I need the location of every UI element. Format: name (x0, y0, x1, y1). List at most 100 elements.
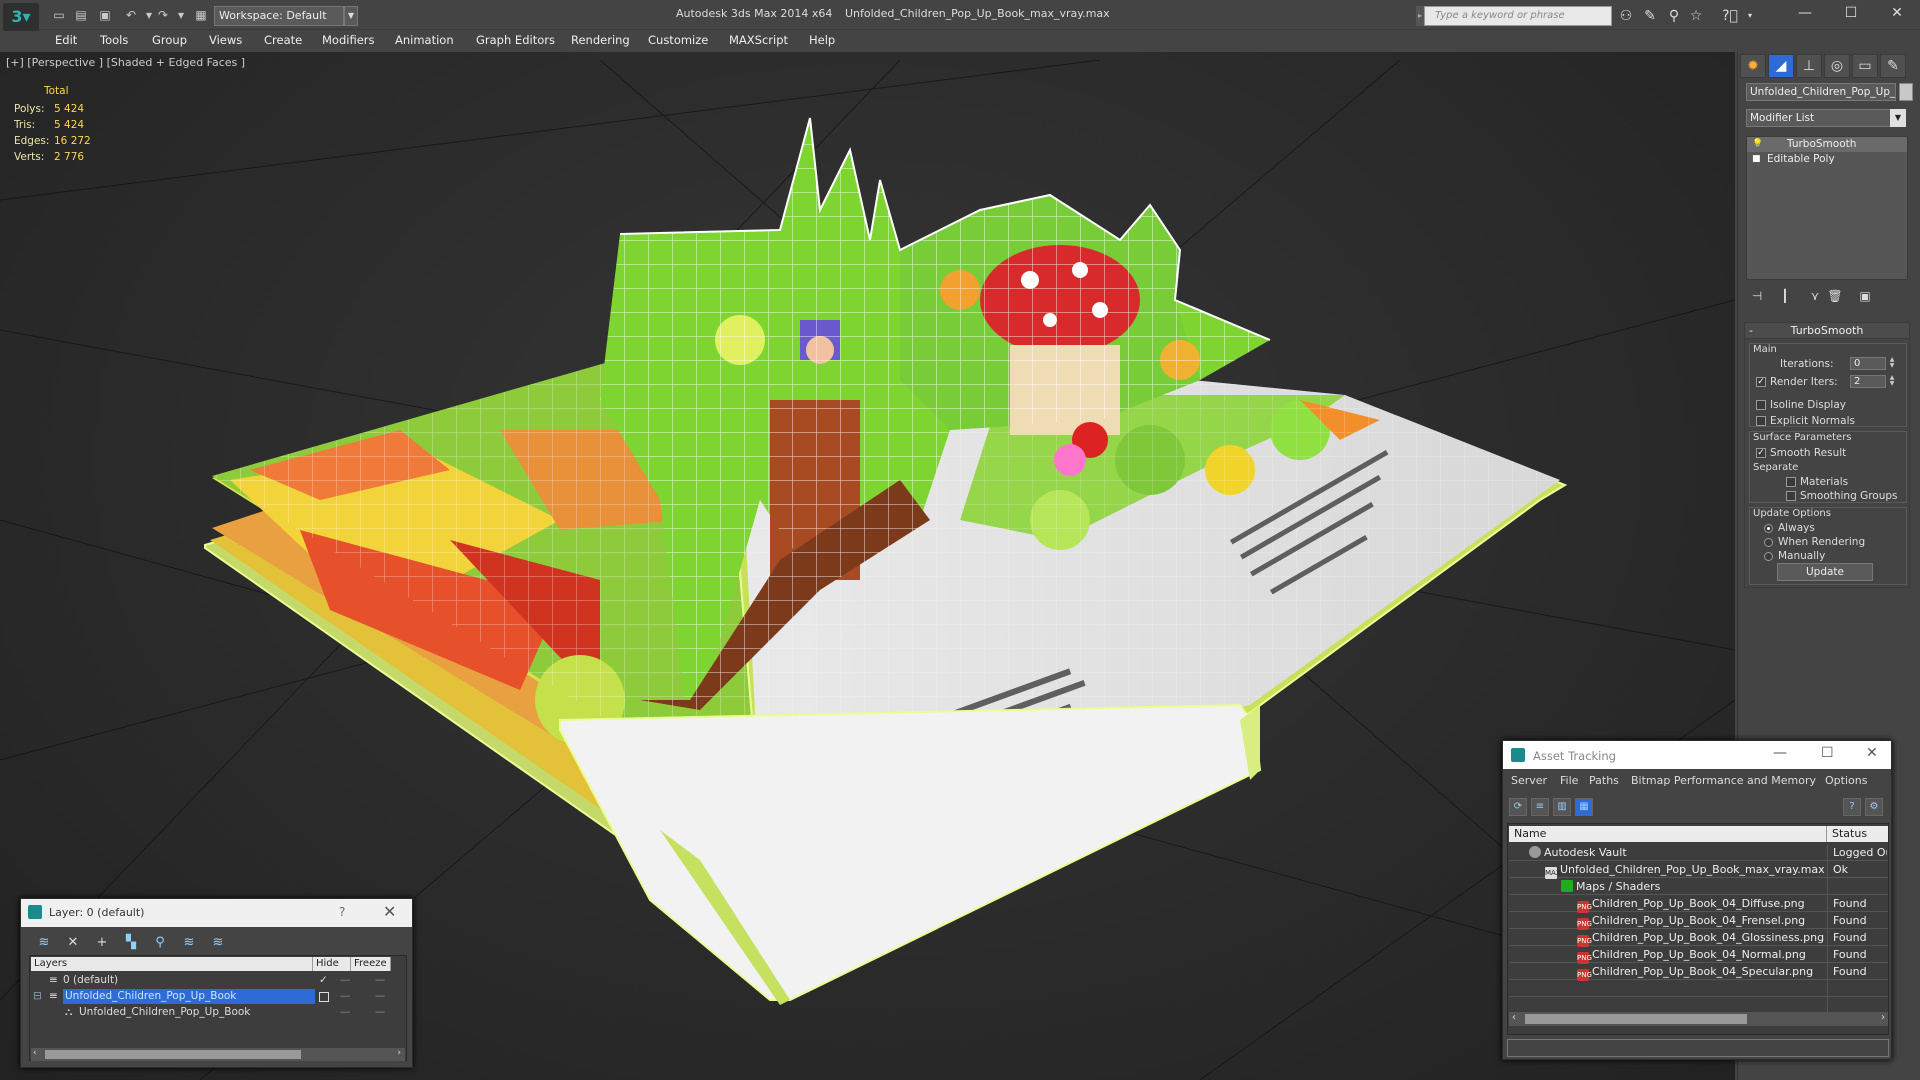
select-objects-icon[interactable]: ▚ (122, 935, 140, 951)
materials-checkbox[interactable] (1786, 477, 1796, 487)
object-color-swatch[interactable] (1899, 83, 1913, 101)
menu-server[interactable]: Server (1511, 774, 1547, 787)
asset-row[interactable]: Autodesk VaultLogged Out (1509, 844, 1888, 861)
col-layers[interactable]: Layers (31, 957, 313, 971)
asset-path-field[interactable] (1507, 1039, 1889, 1057)
asset-row[interactable]: PNGChildren_Pop_Up_Book_04_Frensel.png Fo… (1509, 912, 1888, 930)
freeze-all-icon[interactable]: ≋ (209, 935, 227, 951)
motion-tab-icon[interactable]: ◎ (1824, 54, 1850, 78)
workspace-dropdown[interactable]: Workspace: Default (214, 6, 344, 26)
stack-item-editable-poly[interactable]: ■ Editable Poly (1747, 152, 1907, 167)
scroll-thumb[interactable] (45, 1050, 301, 1059)
scroll-right-icon[interactable]: › (1881, 1012, 1885, 1023)
utilities-tab-icon[interactable]: ✎ (1880, 54, 1906, 78)
favorites-star-icon[interactable]: ☆ (1686, 7, 1706, 25)
make-unique-icon[interactable]: ⋎ (1806, 288, 1824, 304)
hide-all-icon[interactable]: ≋ (180, 935, 198, 951)
minimize-icon[interactable]: — (1773, 745, 1787, 761)
modify-tab-icon[interactable]: ◢ (1768, 54, 1794, 78)
menu-maxscript[interactable]: MAXScript (729, 33, 788, 47)
menu-file[interactable]: File (1560, 774, 1578, 787)
subscription-icon[interactable]: ✎ (1640, 7, 1660, 25)
menu-rendering[interactable]: Rendering (571, 33, 630, 47)
col-hide[interactable]: Hide (313, 957, 351, 971)
highlight-layer-icon[interactable]: ⚲ (151, 935, 169, 951)
redo-icon[interactable]: ↷ (154, 7, 172, 23)
delete-layer-icon[interactable]: ✕ (64, 935, 82, 951)
horizontal-scrollbar[interactable]: ‹ › (1509, 1012, 1888, 1026)
render-iters-spinner-arrows-icon[interactable]: ▲ ▼ (1888, 375, 1896, 388)
iterations-spinner[interactable]: 0 (1850, 357, 1886, 370)
save-file-icon[interactable]: ▣ (96, 7, 114, 23)
col-status[interactable]: Status (1827, 826, 1888, 842)
menu-edit[interactable]: Edit (55, 33, 77, 47)
close-icon[interactable]: ✕ (1866, 745, 1878, 761)
menu-customize[interactable]: Customize (648, 33, 708, 47)
add-to-layer-icon[interactable]: + (93, 935, 111, 951)
isoline-display-checkbox[interactable] (1756, 400, 1766, 410)
menu-group[interactable]: Group (152, 33, 187, 47)
smoothing-groups-checkbox[interactable] (1786, 491, 1796, 501)
always-radio[interactable] (1764, 524, 1773, 533)
layer-row[interactable]: ⊟ ≡ Unfolded_Children_Pop_Up_Book — — (31, 989, 405, 1004)
active-layer-check-icon[interactable]: ✓ (319, 973, 328, 988)
layer-settings-icon[interactable]: ≋ (35, 935, 53, 951)
close-window-icon[interactable]: ✕ (1874, 0, 1920, 26)
scroll-left-icon[interactable]: ‹ (1512, 1012, 1516, 1023)
asset-row[interactable]: PNGChildren_Pop_Up_Book_04_Normal.png Fou… (1509, 946, 1888, 964)
thumbnail-view-icon[interactable]: ▥ (1553, 798, 1571, 816)
hierarchy-tab-icon[interactable]: ⊥ (1796, 54, 1822, 78)
light-bulb-icon[interactable]: 💡 (1752, 137, 1763, 152)
search-input[interactable]: Type a keyword or phrase (1424, 6, 1612, 26)
menu-create[interactable]: Create (264, 33, 302, 47)
scroll-right-icon[interactable]: › (397, 1048, 401, 1058)
menu-tools[interactable]: Tools (100, 33, 128, 47)
modifier-list-arrow-icon[interactable]: ▼ (1890, 109, 1906, 127)
layer-dialog-titlebar[interactable]: Layer: 0 (default) ? ✕ (21, 899, 412, 927)
create-tab-icon[interactable]: ✹ (1740, 54, 1766, 78)
app-logo-icon[interactable]: 3▾ (3, 3, 39, 31)
remove-modifier-icon[interactable]: 🗑 (1826, 288, 1844, 304)
object-name-field[interactable]: Unfolded_Children_Pop_Up_B (1746, 83, 1896, 101)
menu-bitmap-performance[interactable]: Bitmap Performance and Memory (1631, 774, 1816, 787)
list-view-icon[interactable]: ≡ (1531, 798, 1549, 816)
collapse-minus-icon[interactable]: - (1749, 323, 1753, 339)
stack-item-turbosmooth[interactable]: 💡 TurboSmooth (1747, 137, 1907, 152)
asset-row[interactable]: PNGChildren_Pop_Up_Book_04_Glossiness.pn… (1509, 929, 1888, 947)
help-button[interactable]: ? (339, 905, 345, 919)
help-icon[interactable]: ? (1843, 798, 1861, 816)
project-folder-icon[interactable]: ▦ (192, 7, 210, 23)
collapse-icon[interactable]: ⊟ (33, 989, 42, 1004)
minimize-window-icon[interactable]: — (1782, 0, 1828, 26)
settings-icon[interactable]: ⚙ (1865, 798, 1883, 816)
horizontal-scrollbar[interactable]: ‹ › (31, 1048, 405, 1061)
rollout-header[interactable]: - TurboSmooth (1745, 323, 1909, 339)
menu-help[interactable]: Help (809, 33, 835, 47)
new-file-icon[interactable]: ▭ (50, 7, 68, 23)
search-collapse-icon[interactable]: ▸ (1416, 6, 1424, 26)
viewport-label[interactable]: [+] [Perspective ] [Shaded + Edged Faces… (6, 56, 245, 69)
scroll-left-icon[interactable]: ‹ (33, 1048, 37, 1058)
manually-radio[interactable] (1764, 552, 1773, 561)
configure-modifier-sets-icon[interactable]: ▣ (1856, 288, 1874, 304)
close-icon[interactable]: ✕ (383, 902, 396, 921)
communication-icon[interactable]: ⚲ (1664, 7, 1684, 25)
help-dropdown-icon[interactable]: ▾ (1740, 7, 1760, 25)
render-iters-checkbox[interactable]: ✓ (1756, 377, 1766, 387)
modifier-list-dropdown[interactable]: Modifier List (1746, 109, 1906, 127)
col-name[interactable]: Name (1509, 826, 1827, 842)
render-iters-spinner[interactable]: 2 (1850, 375, 1886, 388)
asset-dialog-titlebar[interactable]: Asset Tracking — ☐ ✕ (1503, 741, 1891, 769)
menu-options[interactable]: Options (1825, 774, 1867, 787)
make-current-box[interactable] (319, 992, 329, 1002)
layer-object-row[interactable]: ⛬ Unfolded_Children_Pop_Up_Book — — (31, 1005, 405, 1020)
when-rendering-radio[interactable] (1764, 538, 1773, 547)
scroll-thumb[interactable] (1525, 1014, 1747, 1024)
smooth-result-checkbox[interactable]: ✓ (1756, 448, 1766, 458)
update-button[interactable]: Update (1777, 563, 1873, 581)
refresh-icon[interactable]: ⟳ (1509, 798, 1527, 816)
menu-views[interactable]: Views (209, 33, 242, 47)
maximize-window-icon[interactable]: ☐ (1828, 0, 1874, 26)
asset-row[interactable]: PNGChildren_Pop_Up_Book_04_Specular.png F… (1509, 963, 1888, 981)
undo-icon[interactable]: ↶ (122, 7, 140, 23)
